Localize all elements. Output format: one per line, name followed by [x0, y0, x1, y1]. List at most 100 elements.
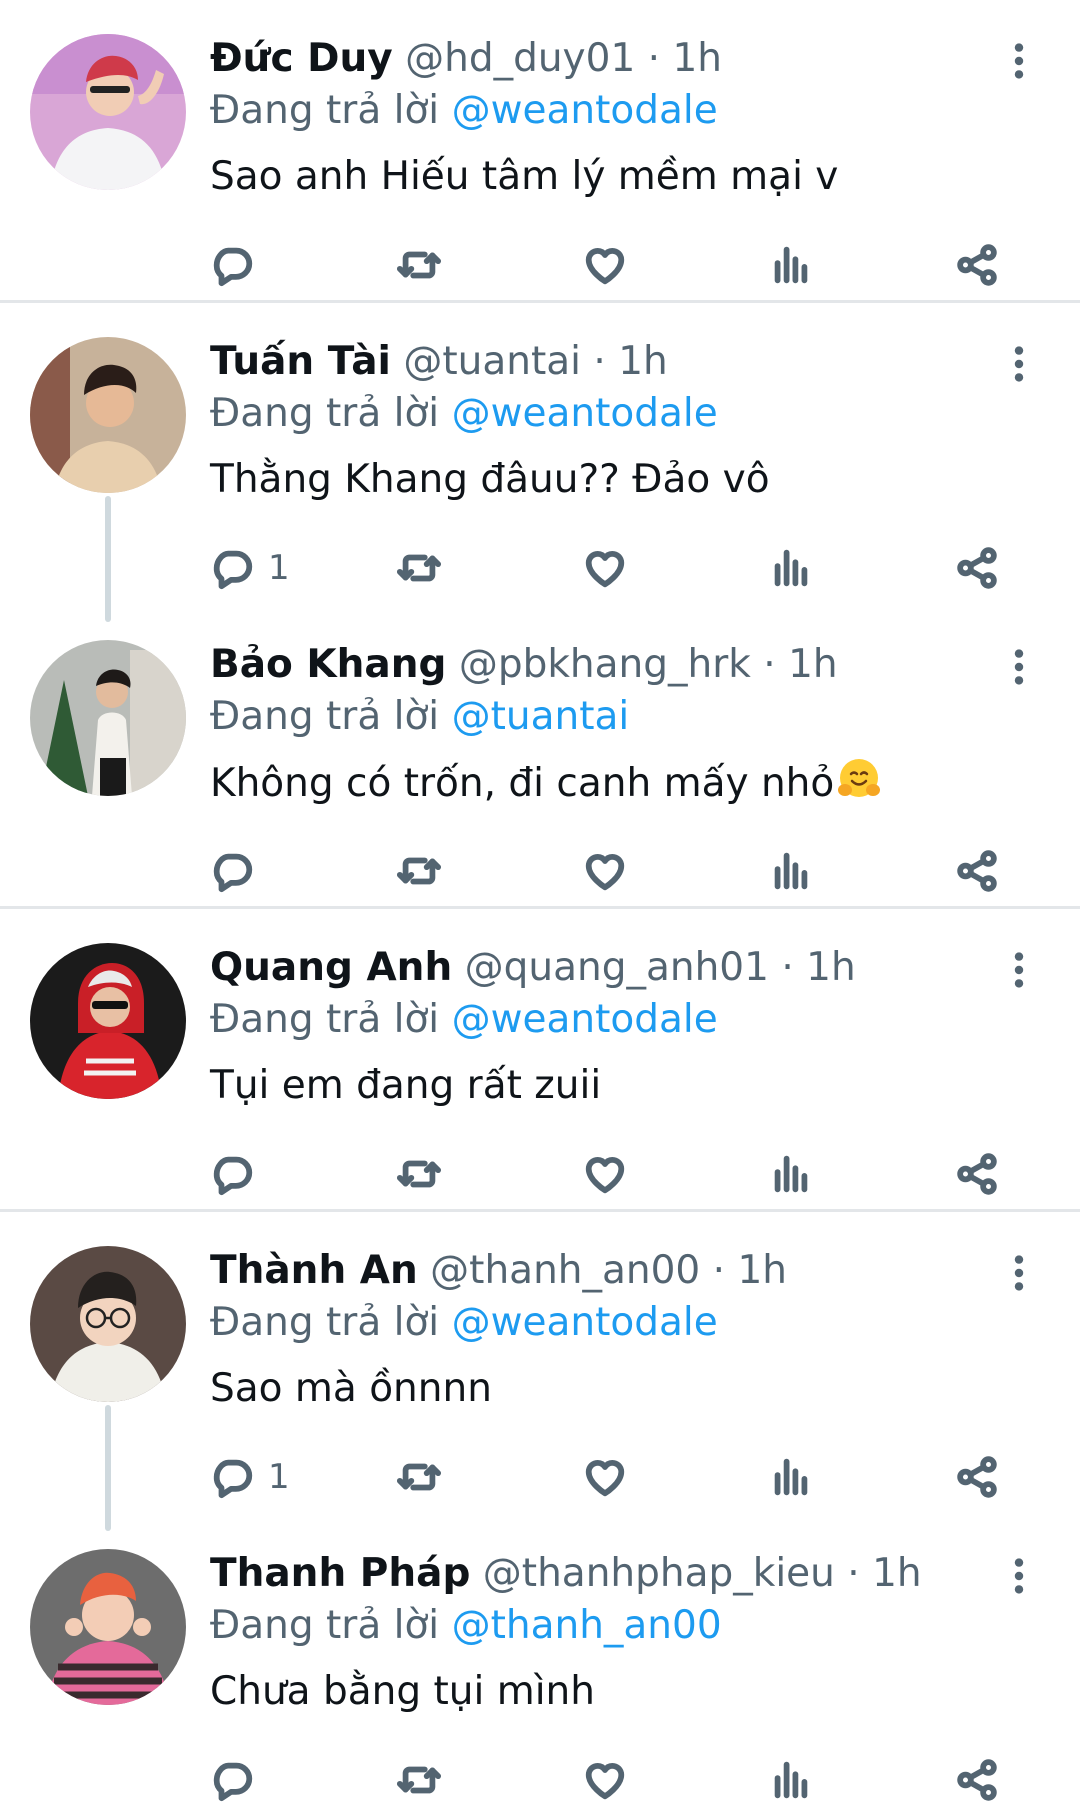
avatar[interactable]	[30, 943, 186, 1099]
author-handle[interactable]: @hd_duy01	[405, 36, 635, 81]
reply-icon	[210, 545, 256, 591]
heart-icon	[582, 242, 628, 288]
reply-button[interactable]: 1	[210, 543, 290, 593]
share-icon	[954, 1757, 1000, 1803]
more-options-icon[interactable]	[996, 1250, 1042, 1296]
avatar[interactable]	[30, 34, 186, 190]
author-name[interactable]: Đức Duy	[210, 36, 393, 81]
replying-mention[interactable]: @weantodale	[452, 1300, 718, 1345]
author-name[interactable]: Thành An	[210, 1248, 418, 1293]
share-button[interactable]	[954, 1149, 1000, 1199]
separator-dot: ·	[712, 1248, 726, 1293]
timestamp[interactable]: 1h	[672, 36, 722, 81]
views-icon	[768, 1151, 814, 1197]
views-icon	[768, 545, 814, 591]
timestamp[interactable]: 1h	[788, 642, 838, 687]
tweet-text: Sao mà ồnnnn	[210, 1366, 492, 1411]
share-icon	[954, 848, 1000, 894]
views-icon	[768, 242, 814, 288]
timestamp[interactable]: 1h	[737, 1248, 787, 1293]
retweet-icon	[396, 848, 442, 894]
reply-button[interactable]: 1	[210, 1452, 290, 1502]
retweet-button[interactable]	[396, 1149, 442, 1199]
replying-to: Đang trả lời @weantodale	[210, 84, 718, 138]
author-handle[interactable]: @tuantai	[403, 339, 581, 384]
retweet-button[interactable]	[396, 543, 442, 593]
like-button[interactable]	[582, 543, 628, 593]
action-bar	[210, 1755, 1020, 1805]
replying-mention[interactable]: @thanh_an00	[452, 1603, 722, 1648]
retweet-icon	[396, 1454, 442, 1500]
tweet-1[interactable]: Đức Duy @hd_duy01 · 1h Đang trả lời @wea…	[0, 0, 1080, 303]
replying-prefix: Đang trả lời	[210, 391, 440, 436]
replying-mention[interactable]: @weantodale	[452, 997, 718, 1042]
replying-mention[interactable]: @weantodale	[452, 88, 718, 133]
more-options-icon[interactable]	[996, 644, 1042, 690]
author-handle[interactable]: @pbkhang_hrk	[459, 642, 751, 687]
replying-to: Đang trả lời @thanh_an00	[210, 1599, 722, 1653]
avatar[interactable]	[30, 337, 186, 493]
author-name[interactable]: Tuấn Tài	[210, 339, 391, 384]
views-button[interactable]	[768, 1149, 814, 1199]
views-button[interactable]	[768, 240, 814, 290]
reply-button[interactable]	[210, 1149, 256, 1199]
more-options-icon[interactable]	[996, 947, 1042, 993]
like-button[interactable]	[582, 1452, 628, 1502]
replying-mention[interactable]: @weantodale	[452, 391, 718, 436]
tweet-2[interactable]: Tuấn Tài @tuantai · 1h Đang trả lời @wea…	[0, 303, 1080, 622]
retweet-button[interactable]	[396, 240, 442, 290]
tweet-text: Thằng Khang đâuu?? Đảo vô	[210, 457, 770, 502]
more-options-icon[interactable]	[996, 38, 1042, 84]
views-button[interactable]	[768, 846, 814, 896]
hugging-face-icon	[838, 759, 881, 797]
avatar[interactable]	[30, 1549, 186, 1705]
author-handle[interactable]: @thanhphap_kieu	[483, 1551, 835, 1596]
reply-button[interactable]	[210, 240, 256, 290]
tweet-text: Tụi em đang rất zuii	[210, 1063, 602, 1108]
more-options-icon[interactable]	[996, 341, 1042, 387]
share-button[interactable]	[954, 240, 1000, 290]
retweet-button[interactable]	[396, 846, 442, 896]
timestamp[interactable]: 1h	[618, 339, 668, 384]
share-button[interactable]	[954, 1755, 1000, 1805]
share-button[interactable]	[954, 543, 1000, 593]
heart-icon	[582, 1757, 628, 1803]
replying-prefix: Đang trả lời	[210, 997, 440, 1042]
like-button[interactable]	[582, 240, 628, 290]
like-button[interactable]	[582, 846, 628, 896]
more-options-icon[interactable]	[996, 1553, 1042, 1599]
tweet-3[interactable]: Bảo Khang @pbkhang_hrk · 1h Đang trả lời…	[0, 606, 1080, 909]
share-button[interactable]	[954, 846, 1000, 896]
author-handle[interactable]: @quang_anh01	[465, 945, 769, 990]
share-button[interactable]	[954, 1452, 1000, 1502]
author-name[interactable]: Bảo Khang	[210, 642, 446, 687]
author-name[interactable]: Thanh Pháp	[210, 1551, 470, 1596]
views-button[interactable]	[768, 1452, 814, 1502]
action-bar: 1	[210, 543, 1020, 593]
share-icon	[954, 1454, 1000, 1500]
timestamp[interactable]: 1h	[872, 1551, 922, 1596]
timestamp[interactable]: 1h	[806, 945, 856, 990]
like-button[interactable]	[582, 1149, 628, 1199]
replying-mention[interactable]: @tuantai	[452, 694, 630, 739]
views-button[interactable]	[768, 543, 814, 593]
author-handle[interactable]: @thanh_an00	[430, 1248, 700, 1293]
reply-button[interactable]	[210, 846, 256, 896]
replying-to: Đang trả lời @weantodale	[210, 1296, 718, 1350]
tweet-6[interactable]: Thanh Pháp @thanhphap_kieu · 1h Đang trả…	[0, 1515, 1080, 1818]
retweet-button[interactable]	[396, 1452, 442, 1502]
retweet-button[interactable]	[396, 1755, 442, 1805]
reply-button[interactable]	[210, 1755, 256, 1805]
views-button[interactable]	[768, 1755, 814, 1805]
views-icon	[768, 1454, 814, 1500]
reply-icon	[210, 1151, 256, 1197]
tweet-text: Sao anh Hiếu tâm lý mềm mại v	[210, 154, 839, 199]
tweet-text-row: Không có trốn, đi canh mấy nhỏ	[210, 756, 882, 811]
tweet-5[interactable]: Thành An @thanh_an00 · 1h Đang trả lời @…	[0, 1212, 1080, 1531]
separator-dot: ·	[847, 1551, 860, 1596]
like-button[interactable]	[582, 1755, 628, 1805]
author-name[interactable]: Quang Anh	[210, 945, 452, 990]
avatar[interactable]	[30, 640, 186, 796]
tweet-4[interactable]: Quang Anh @quang_anh01 · 1h Đang trả lời…	[0, 909, 1080, 1212]
avatar[interactable]	[30, 1246, 186, 1402]
